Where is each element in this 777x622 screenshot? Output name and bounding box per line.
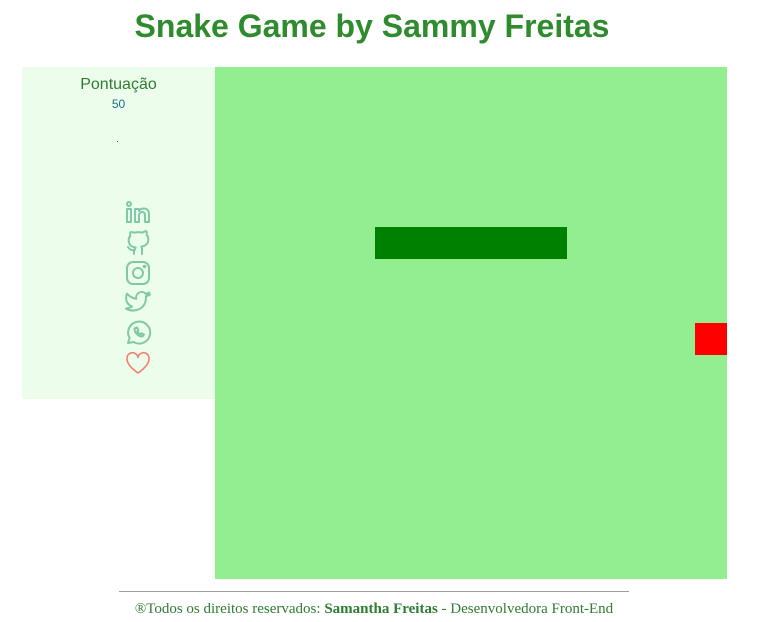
github-icon[interactable] bbox=[124, 229, 152, 257]
footer-suffix: - Desenvolvedora Front-End bbox=[437, 601, 614, 617]
heart-icon[interactable] bbox=[124, 349, 152, 377]
footer-prefix: ®Todos os direitos reservados: bbox=[134, 601, 325, 617]
instagram-icon[interactable] bbox=[124, 259, 152, 287]
snake-body bbox=[375, 227, 567, 259]
score-value: 50 bbox=[111, 97, 126, 111]
footer: ®Todos os direitos reservados: Samantha … bbox=[0, 601, 748, 618]
twitter-icon[interactable] bbox=[124, 289, 152, 317]
footer-divider bbox=[119, 591, 629, 592]
whatsapp-icon[interactable] bbox=[124, 319, 152, 347]
sidebar: Pontuação 50 bbox=[22, 67, 215, 399]
page-title: Snake Game by Sammy Freitas bbox=[134, 8, 610, 44]
social-links bbox=[124, 199, 152, 379]
linkedin-icon[interactable] bbox=[124, 199, 152, 227]
score-label: Pontuação bbox=[80, 76, 157, 93]
footer-author: Samantha Freitas bbox=[324, 601, 438, 617]
status-dot bbox=[117, 141, 118, 142]
game-board[interactable] bbox=[215, 67, 727, 579]
food-item bbox=[695, 323, 727, 355]
